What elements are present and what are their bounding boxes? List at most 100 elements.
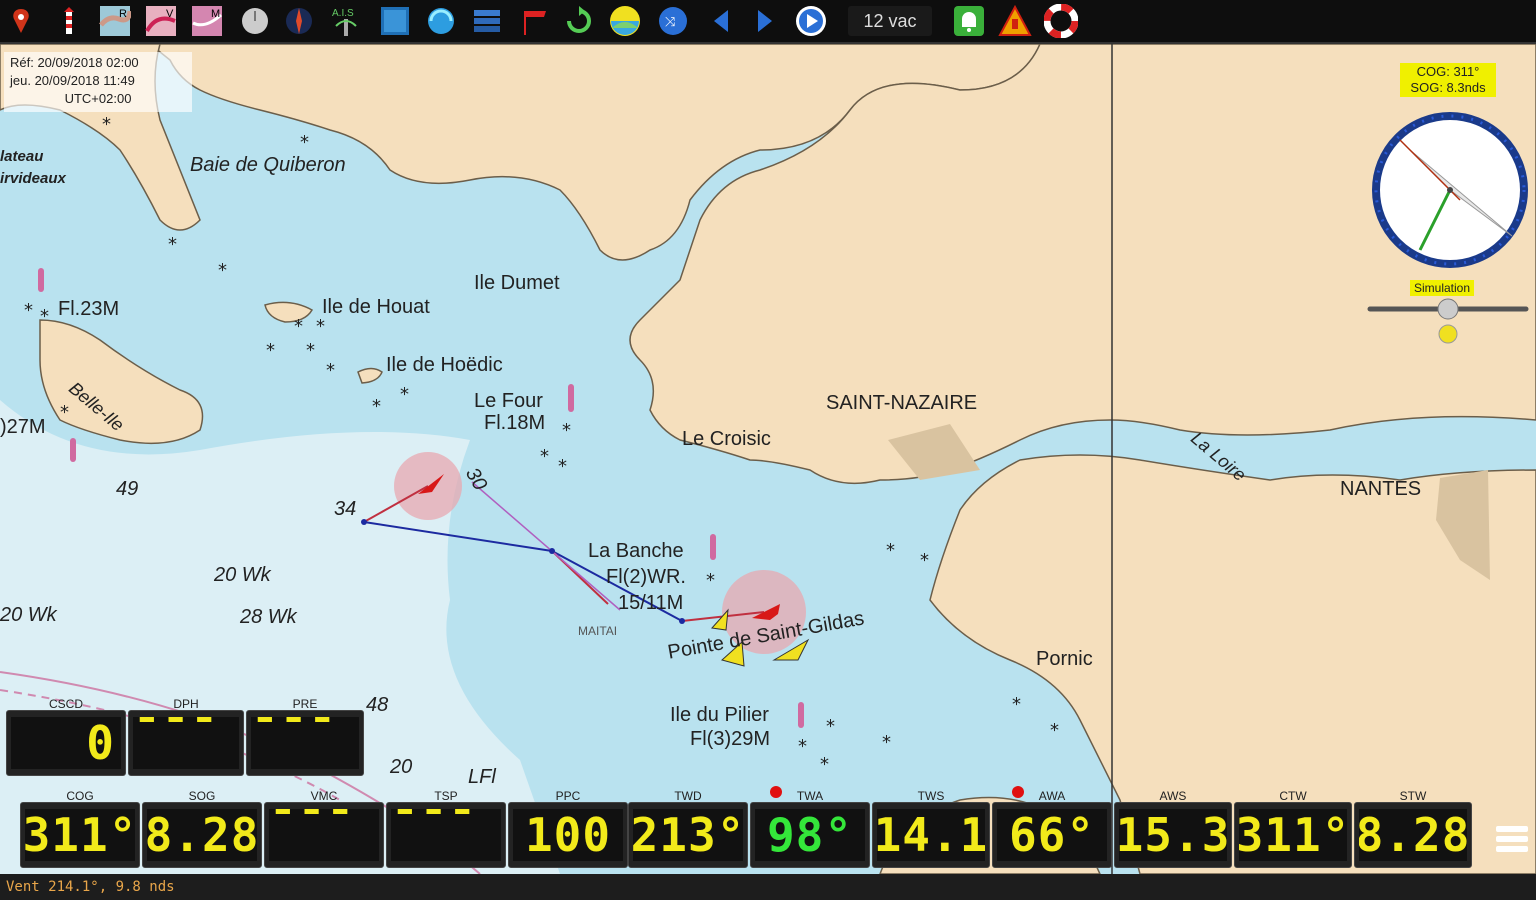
instrument-value: 100 — [513, 809, 623, 861]
menu-button[interactable] — [1492, 822, 1532, 866]
chart-m-icon[interactable]: M — [190, 4, 224, 38]
svg-text:*: * — [316, 316, 325, 337]
bell-icon[interactable] — [952, 4, 986, 38]
instrument-label: DPH — [173, 697, 199, 711]
ref-date: Réf: 20/09/2018 02:00 — [10, 55, 139, 70]
layers-icon[interactable] — [378, 4, 412, 38]
place-birvideaux: irvideaux — [0, 170, 66, 187]
svg-text:M: M — [211, 8, 220, 20]
svg-text:*: * — [60, 402, 69, 423]
instrument-value: 311° — [25, 809, 135, 861]
lifebuoy-icon[interactable] — [1044, 4, 1078, 38]
instrument-label: STW — [1399, 789, 1427, 803]
refresh-icon[interactable] — [562, 4, 596, 38]
instrument-label: AWS — [1159, 789, 1187, 803]
light-fl3-29m: Fl(3)29M — [690, 728, 771, 750]
light-fl18m: Fl.18M — [484, 412, 546, 434]
instrument-label: TWD — [674, 789, 702, 803]
instrument-twd[interactable]: TWD 213° — [628, 789, 748, 868]
svg-text:*: * — [24, 300, 33, 321]
cog-readout: COG: 311° — [1416, 64, 1480, 79]
wreck-label: 28 Wk — [240, 606, 297, 628]
svg-text:⤨: ⤨ — [665, 14, 676, 29]
menu-bar — [1496, 836, 1528, 842]
svg-text:*: * — [562, 420, 571, 441]
svg-text:*: * — [1050, 720, 1059, 741]
svg-text:*: * — [540, 446, 549, 467]
instrument-vmc[interactable]: VMC ---- — [264, 789, 384, 868]
svg-text:R: R — [119, 8, 127, 20]
forward-icon[interactable] — [748, 4, 782, 38]
chart-v-icon[interactable]: V — [144, 4, 178, 38]
back-icon[interactable] — [704, 4, 738, 38]
instrument-twa[interactable]: TWA 98° — [750, 789, 870, 868]
ais-target — [711, 608, 729, 631]
stack-icon[interactable] — [470, 4, 504, 38]
place-plateau: lateau — [0, 148, 44, 165]
current-date: jeu. 20/09/2018 11:49 — [10, 73, 135, 88]
place-ile-houat: Ile de Houat — [322, 296, 430, 318]
simulation-indicator — [1438, 324, 1458, 344]
simulation-label[interactable]: Simulation — [1410, 280, 1475, 296]
map-pin-icon[interactable] — [4, 4, 38, 38]
instrument-stw[interactable]: STW 8.28 — [1354, 789, 1472, 868]
place-ile-dumet: Ile Dumet — [474, 272, 560, 294]
compass-rose — [1372, 112, 1528, 268]
svg-text:*: * — [326, 360, 335, 381]
instrument-ppc[interactable]: PPC 100 — [508, 789, 628, 868]
instrument-awa[interactable]: AWA 66° — [992, 789, 1112, 868]
instrument-aws[interactable]: AWS 15.3 — [1114, 789, 1232, 868]
instrument-value: 15.3 — [1119, 809, 1227, 861]
menu-bar — [1496, 826, 1528, 832]
depth-34: 34 — [334, 498, 357, 520]
place-ile-pilier: Ile du Pilier — [670, 704, 769, 726]
flag-icon[interactable] — [518, 4, 552, 38]
awa-alert-dot — [1012, 786, 1024, 798]
menu-bar — [1496, 846, 1528, 852]
instrument-cog[interactable]: COG 311° — [20, 789, 140, 868]
instrument-value: 0 — [11, 717, 121, 769]
instrument-value: 14.1 — [877, 809, 985, 861]
place-saint-nazaire: SAINT-NAZAIRE — [826, 392, 978, 414]
ais-icon[interactable]: A.I.S — [328, 4, 362, 38]
instrument-dph[interactable]: DPH ---- — [128, 697, 244, 776]
wreck-label: 20 Wk — [214, 564, 271, 586]
instrument-cscd[interactable]: CSCD 0 — [6, 697, 126, 776]
zoom-icon[interactable]: ⤨ — [656, 4, 690, 38]
cog-sog-readout: COG: 311° SOG: 8.3nds — [1400, 63, 1496, 97]
chart-r-icon[interactable]: R — [98, 4, 132, 38]
sync-globe-icon[interactable] — [424, 4, 458, 38]
instrument-pre[interactable]: PRE ---- — [246, 697, 364, 776]
instrument-sog[interactable]: SOG 8.28 — [142, 789, 262, 868]
vac-label[interactable]: 12 vac — [848, 6, 932, 36]
svg-text:*: * — [102, 114, 111, 135]
play-icon[interactable] — [794, 4, 828, 38]
warning-icon[interactable] — [998, 4, 1032, 38]
compass-needle-icon[interactable] — [282, 4, 316, 38]
svg-text:*: * — [40, 306, 49, 327]
depth-20: 20 — [390, 756, 413, 778]
timezone: UTC+02:00 — [64, 91, 132, 106]
lighthouse-icon[interactable] — [52, 4, 86, 38]
instrument-value: 311° — [1239, 809, 1347, 861]
circle-icon[interactable] — [238, 4, 272, 38]
weather-icon[interactable] — [608, 4, 642, 38]
svg-text:*: * — [1012, 694, 1021, 715]
boat-name-maitai: MAITAI — [578, 624, 618, 638]
instrument-value: ---- — [251, 717, 359, 769]
instrument-ctw[interactable]: CTW 311° — [1234, 789, 1352, 868]
instrument-tsp[interactable]: TSP ---- — [386, 789, 506, 868]
svg-text:*: * — [300, 132, 309, 153]
svg-text:A.I.S: A.I.S — [332, 8, 354, 19]
place-pornic: Pornic — [1036, 648, 1093, 670]
svg-text:*: * — [168, 234, 177, 255]
instrument-label: VMC — [310, 789, 338, 803]
instrument-value: 66° — [997, 809, 1107, 861]
instrument-value: ---- — [269, 809, 379, 861]
instrument-label: PRE — [292, 697, 318, 711]
instrument-tws[interactable]: TWS 14.1 — [872, 789, 990, 868]
svg-text:*: * — [294, 316, 303, 337]
route-waypoint — [679, 618, 685, 624]
svg-text:*: * — [400, 384, 409, 405]
svg-text:*: * — [798, 736, 807, 757]
